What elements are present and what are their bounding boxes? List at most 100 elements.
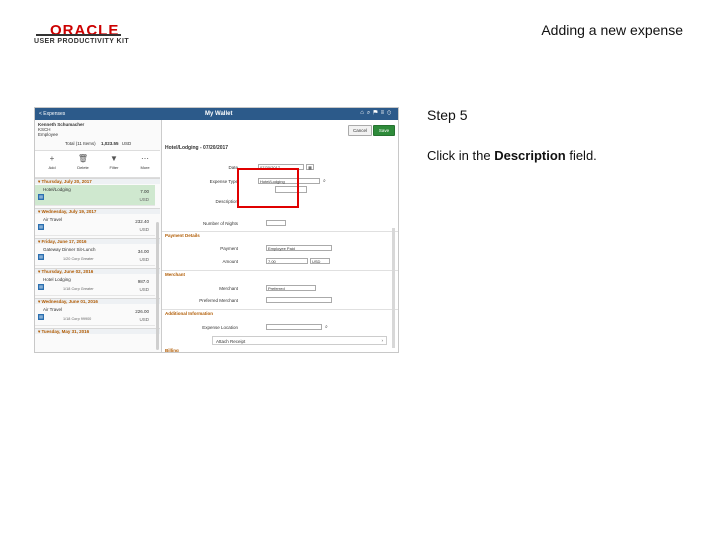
merchant-select[interactable]: Preferred: [266, 285, 316, 291]
additional-info-heading: Additional Information: [165, 311, 213, 316]
item-amount: 232.40: [135, 219, 149, 224]
preferred-merchant-select[interactable]: [266, 297, 332, 303]
upk-logo-text: USER PRODUCTIVITY KIT: [34, 38, 130, 45]
wallet-total: Total (11 Items) 1,023.55 USD: [65, 141, 131, 146]
expense-list-item[interactable]: Air Travel 226.00 USD 1/18 Corp 99900 ▤: [35, 305, 155, 326]
calendar-icon[interactable]: ▦: [306, 164, 314, 170]
section-divider-3: [162, 309, 398, 310]
more-icon: ⋯: [141, 154, 149, 163]
attach-receipt-label: Attach Receipt: [216, 338, 246, 344]
location-search-icon[interactable]: ⌕: [325, 324, 328, 330]
item-amount: 987.0: [137, 279, 149, 284]
flag-icon[interactable]: ⚑: [373, 110, 380, 116]
app-header-bar: < Expenses My Wallet ⌂⌕⚑≡⊙: [35, 108, 398, 120]
list-scrollbar[interactable]: [156, 222, 159, 350]
oracle-logo: ORACLE: [50, 22, 120, 39]
attach-receipt-row[interactable]: Attach Receipt ›: [212, 336, 387, 345]
item-amount: 7.00: [140, 189, 149, 194]
item-currency: USD: [139, 317, 149, 322]
amount-label: Amount: [222, 259, 238, 264]
total-value: 1,023.55: [100, 141, 119, 146]
expense-type-label: Expense Type: [209, 179, 238, 184]
home-icon[interactable]: ⌂: [360, 110, 367, 116]
item-title: Air Travel: [43, 217, 63, 222]
item-currency: USD: [139, 287, 149, 292]
expense-type-icon: ▤: [38, 224, 44, 230]
description-highlight-box: [237, 168, 299, 208]
expense-type-icon: ▤: [38, 284, 44, 290]
user-role: Employee: [38, 132, 59, 137]
toolbar-label: Filter: [109, 165, 119, 170]
slide-title: Adding a new expense: [541, 22, 683, 38]
item-title: Air Travel: [43, 307, 63, 312]
expense-list-item[interactable]: Hotel Lodging 987.0 USD 1/18 Corp Greater ▤: [35, 275, 155, 296]
date-group-header[interactable]: ▾ Tuesday, May 31, 2016: [35, 328, 160, 334]
item-subtext: 1/18 Corp 99900: [63, 317, 92, 321]
expense-list-item[interactable]: Gateway Dinner Sit-Lunch 34.00 USD 1/20 Cor…: [35, 245, 155, 266]
expense-type-icon: ▤: [38, 254, 44, 260]
section-divider-2: [162, 270, 398, 271]
total-label: Total (11 Items): [65, 141, 96, 146]
merchant-label: Merchant: [219, 286, 238, 291]
item-title: Hotel Lodging: [43, 277, 71, 282]
add-icon: +: [49, 154, 55, 163]
cancel-button[interactable]: Cancel: [348, 125, 372, 136]
expense-type-icon: ▤: [38, 194, 44, 200]
toolbar-label: Add: [48, 165, 56, 170]
toolbar-label: More: [140, 165, 150, 170]
expense-location-label: Expense Location: [202, 325, 238, 330]
expense-type-icon: ▤: [38, 314, 44, 320]
expense-location-input[interactable]: [266, 324, 322, 330]
amount-input[interactable]: 7.00: [266, 258, 308, 264]
date-label: Date: [228, 165, 238, 170]
header-icons: ⌂⌕⚑≡⊙: [360, 110, 394, 117]
merchant-heading: Merchant: [165, 272, 186, 277]
toolbar-delete-button[interactable]: 🗑 Delete: [68, 154, 98, 170]
delete-icon: 🗑: [77, 154, 89, 163]
toolbar-more-button[interactable]: ⋯ More: [130, 154, 160, 170]
number-of-nights-input[interactable]: [266, 220, 286, 226]
next-section-heading: Billing: [165, 348, 179, 353]
detail-scrollbar[interactable]: [392, 228, 395, 348]
instruction-prefix: Click in the: [427, 148, 495, 163]
payment-details-heading: Payment Details: [165, 233, 200, 238]
toolbar-filter-button[interactable]: ▼ Filter: [99, 154, 129, 170]
item-title: Gateway Dinner Sit-Lunch: [43, 247, 96, 252]
expense-type-search-icon[interactable]: ⌕: [323, 178, 326, 184]
date-group-header[interactable]: ▾ Wednesday, July 19, 2017: [35, 208, 160, 214]
description-label: Description: [215, 199, 238, 204]
expense-list-item[interactable]: Air Travel 232.40 USD ▤: [35, 215, 155, 236]
total-currency: USD: [121, 141, 132, 146]
preferred-merchant-label: Preferred Merchant: [199, 298, 238, 303]
step-instruction: Click in the Description field.: [427, 148, 597, 163]
logo-divider: [36, 34, 121, 36]
section-divider: [162, 231, 398, 232]
date-group-header[interactable]: ▾ Thursday, June 02, 2016: [35, 268, 160, 274]
step-label: Step 5: [427, 107, 468, 123]
payment-label: Payment: [220, 246, 238, 251]
date-group-header[interactable]: ▾ Wednesday, June 01, 2016: [35, 298, 160, 304]
toolbar-label: Delete: [77, 165, 89, 170]
instruction-suffix: field.: [565, 148, 597, 163]
date-group-header[interactable]: ▾ Friday, June 17, 2016: [35, 238, 160, 244]
date-group-header[interactable]: ▾ Thursday, July 20, 2017: [35, 178, 160, 184]
item-currency: USD: [139, 257, 149, 262]
save-button[interactable]: Save: [373, 125, 395, 136]
item-currency: USD: [139, 197, 149, 202]
expense-list-item[interactable]: Hotel/Lodging 7.00 USD ▤: [35, 185, 155, 206]
toolbar-add-button[interactable]: + Add: [37, 154, 67, 170]
currency-select[interactable]: USD: [310, 258, 330, 264]
payment-select[interactable]: Employee Paid: [266, 245, 332, 251]
expense-detail-title: Hotel/Lodging - 07/20/2017: [165, 145, 229, 151]
item-subtext: 1/18 Corp Greater: [63, 287, 94, 291]
chevron-right-icon: ›: [381, 338, 384, 343]
navbar-icon[interactable]: ⊙: [387, 110, 394, 116]
app-screenshot: < Expenses My Wallet ⌂⌕⚑≡⊙ Kenneth Schum…: [34, 107, 399, 353]
filter-icon: ▼: [110, 154, 118, 163]
item-subtext: 1/20 Corp Greater: [63, 257, 94, 261]
app-title: My Wallet: [205, 110, 233, 117]
item-currency: USD: [139, 227, 149, 232]
wallet-list-panel: Kenneth Schumacher KSCH Employee Total (…: [35, 120, 162, 352]
back-link[interactable]: < Expenses: [39, 111, 65, 117]
instruction-bold: Description: [494, 148, 566, 163]
